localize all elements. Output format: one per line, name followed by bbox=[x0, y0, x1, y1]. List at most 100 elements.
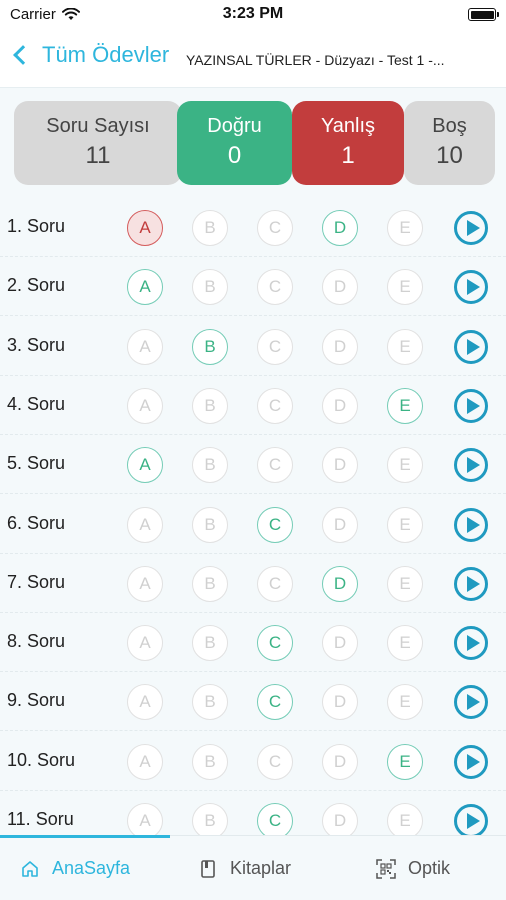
question-row: 4. Soru A B C D E bbox=[0, 376, 506, 435]
option-a-bubble[interactable]: A bbox=[127, 684, 163, 721]
question-list[interactable]: 1. Soru A B C D E 2. Soru A B C D E 3. Soru A B C D E 4. S… bbox=[0, 198, 506, 835]
option-a-bubble[interactable]: A bbox=[127, 625, 163, 662]
question-row: 2. Soru A B C D E bbox=[0, 257, 506, 317]
tab-home[interactable]: AnaSayfa bbox=[20, 858, 130, 879]
option-c-bubble[interactable]: C bbox=[257, 565, 293, 602]
option-b-bubble[interactable]: B bbox=[192, 625, 228, 662]
option-a-bubble[interactable]: A bbox=[127, 328, 163, 365]
play-solution-icon[interactable] bbox=[454, 507, 488, 542]
back-button[interactable]: Tüm Ödevler bbox=[10, 42, 169, 68]
option-a-bubble[interactable]: A bbox=[127, 506, 163, 543]
play-solution-icon[interactable] bbox=[454, 448, 488, 483]
option-a-bubble[interactable]: A bbox=[127, 210, 163, 246]
question-label: 4. Soru bbox=[7, 393, 66, 414]
play-solution-icon[interactable] bbox=[454, 804, 488, 835]
option-e-bubble[interactable]: E bbox=[387, 269, 423, 306]
option-e-bubble[interactable]: E bbox=[387, 743, 423, 780]
qr-scan-icon bbox=[376, 858, 396, 879]
option-a-bubble[interactable]: A bbox=[127, 269, 163, 306]
option-d-bubble[interactable]: D bbox=[322, 210, 358, 246]
score-summary: Soru Sayısı 11 Doğru 0 Yanlış 1 Boş 10 bbox=[0, 88, 506, 198]
option-d-bubble[interactable]: D bbox=[322, 269, 358, 306]
play-solution-icon[interactable] bbox=[454, 744, 488, 779]
option-e-bubble[interactable]: E bbox=[387, 565, 423, 602]
option-b-bubble[interactable]: B bbox=[192, 269, 228, 306]
option-c-bubble[interactable]: C bbox=[257, 210, 293, 246]
option-c-bubble[interactable]: C bbox=[257, 684, 293, 721]
option-e-bubble[interactable]: E bbox=[387, 803, 423, 835]
option-c-bubble[interactable]: C bbox=[257, 625, 293, 662]
option-d-bubble[interactable]: D bbox=[322, 387, 358, 424]
back-button-label: Tüm Ödevler bbox=[42, 42, 170, 67]
tab-books[interactable]: Kitaplar bbox=[198, 858, 291, 879]
book-icon bbox=[201, 859, 215, 878]
option-c-bubble[interactable]: C bbox=[257, 447, 293, 484]
question-label: 10. Soru bbox=[7, 749, 76, 770]
question-row: 8. Soru A B C D E bbox=[0, 613, 506, 673]
option-d-bubble[interactable]: D bbox=[322, 328, 358, 365]
play-solution-icon[interactable] bbox=[454, 566, 488, 601]
option-a-bubble[interactable]: A bbox=[127, 447, 163, 484]
question-label: 2. Soru bbox=[7, 275, 66, 296]
option-a-bubble[interactable]: A bbox=[127, 387, 163, 424]
question-label: 6. Soru bbox=[7, 512, 66, 533]
option-d-bubble[interactable]: D bbox=[322, 565, 358, 602]
wrong-count-card: Yanlış 1 bbox=[292, 101, 404, 185]
option-b-bubble[interactable]: B bbox=[192, 684, 228, 721]
option-a-bubble[interactable]: A bbox=[127, 743, 163, 780]
option-b-bubble[interactable]: B bbox=[192, 803, 228, 835]
total-questions-card: Soru Sayısı 11 bbox=[14, 101, 182, 185]
empty-count-card: Boş 10 bbox=[404, 101, 495, 185]
empty-count-label: Boş bbox=[432, 115, 467, 137]
play-solution-icon[interactable] bbox=[454, 329, 488, 364]
option-e-bubble[interactable]: E bbox=[387, 328, 423, 365]
option-c-bubble[interactable]: C bbox=[257, 328, 293, 365]
correct-count-label: Doğru bbox=[207, 115, 262, 137]
tab-optic[interactable]: Optik bbox=[376, 858, 450, 879]
question-row: 6. Soru A B C D E bbox=[0, 495, 506, 554]
question-label: 1. Soru bbox=[7, 216, 66, 236]
tab-bar: AnaSayfa Kitaplar Optik bbox=[0, 835, 506, 900]
question-row: 10. Soru A B C D E bbox=[0, 732, 506, 791]
play-solution-icon[interactable] bbox=[454, 388, 488, 423]
option-c-bubble[interactable]: C bbox=[257, 506, 293, 543]
option-e-bubble[interactable]: E bbox=[387, 210, 423, 246]
option-b-bubble[interactable]: B bbox=[192, 743, 228, 780]
question-label: 9. Soru bbox=[7, 690, 66, 711]
play-solution-icon[interactable] bbox=[454, 685, 488, 720]
option-b-bubble[interactable]: B bbox=[192, 387, 228, 424]
option-e-bubble[interactable]: E bbox=[387, 625, 423, 662]
question-row: 5. Soru A B C D E bbox=[0, 435, 506, 495]
option-b-bubble[interactable]: B bbox=[192, 210, 228, 246]
option-e-bubble[interactable]: E bbox=[387, 447, 423, 484]
option-c-bubble[interactable]: C bbox=[257, 387, 293, 424]
option-d-bubble[interactable]: D bbox=[322, 625, 358, 662]
tab-books-label: Kitaplar bbox=[230, 858, 292, 878]
option-d-bubble[interactable]: D bbox=[322, 684, 358, 721]
option-e-bubble[interactable]: E bbox=[387, 387, 423, 424]
option-c-bubble[interactable]: C bbox=[257, 743, 293, 780]
option-e-bubble[interactable]: E bbox=[387, 684, 423, 721]
option-d-bubble[interactable]: D bbox=[322, 447, 358, 484]
question-label: 3. Soru bbox=[7, 334, 66, 355]
option-d-bubble[interactable]: D bbox=[322, 803, 358, 835]
option-a-bubble[interactable]: A bbox=[127, 803, 163, 835]
option-a-bubble[interactable]: A bbox=[127, 565, 163, 602]
option-e-bubble[interactable]: E bbox=[387, 506, 423, 543]
option-d-bubble[interactable]: D bbox=[322, 743, 358, 780]
play-solution-icon[interactable] bbox=[454, 211, 488, 245]
option-b-bubble[interactable]: B bbox=[192, 447, 228, 484]
question-row: 3. Soru A B C D E bbox=[0, 317, 506, 376]
play-solution-icon[interactable] bbox=[454, 626, 488, 661]
option-c-bubble[interactable]: C bbox=[257, 269, 293, 306]
question-row: 11. Soru A B C D E bbox=[0, 791, 506, 835]
total-questions-label: Soru Sayısı bbox=[46, 115, 150, 137]
play-solution-icon[interactable] bbox=[454, 270, 488, 305]
wrong-count-value: 1 bbox=[341, 142, 355, 169]
status-bar: Carrier 3:23 PM bbox=[0, 0, 506, 30]
option-c-bubble[interactable]: C bbox=[257, 803, 293, 835]
option-b-bubble[interactable]: B bbox=[192, 565, 228, 602]
option-b-bubble[interactable]: B bbox=[192, 328, 228, 365]
option-d-bubble[interactable]: D bbox=[322, 506, 358, 543]
option-b-bubble[interactable]: B bbox=[192, 506, 228, 543]
